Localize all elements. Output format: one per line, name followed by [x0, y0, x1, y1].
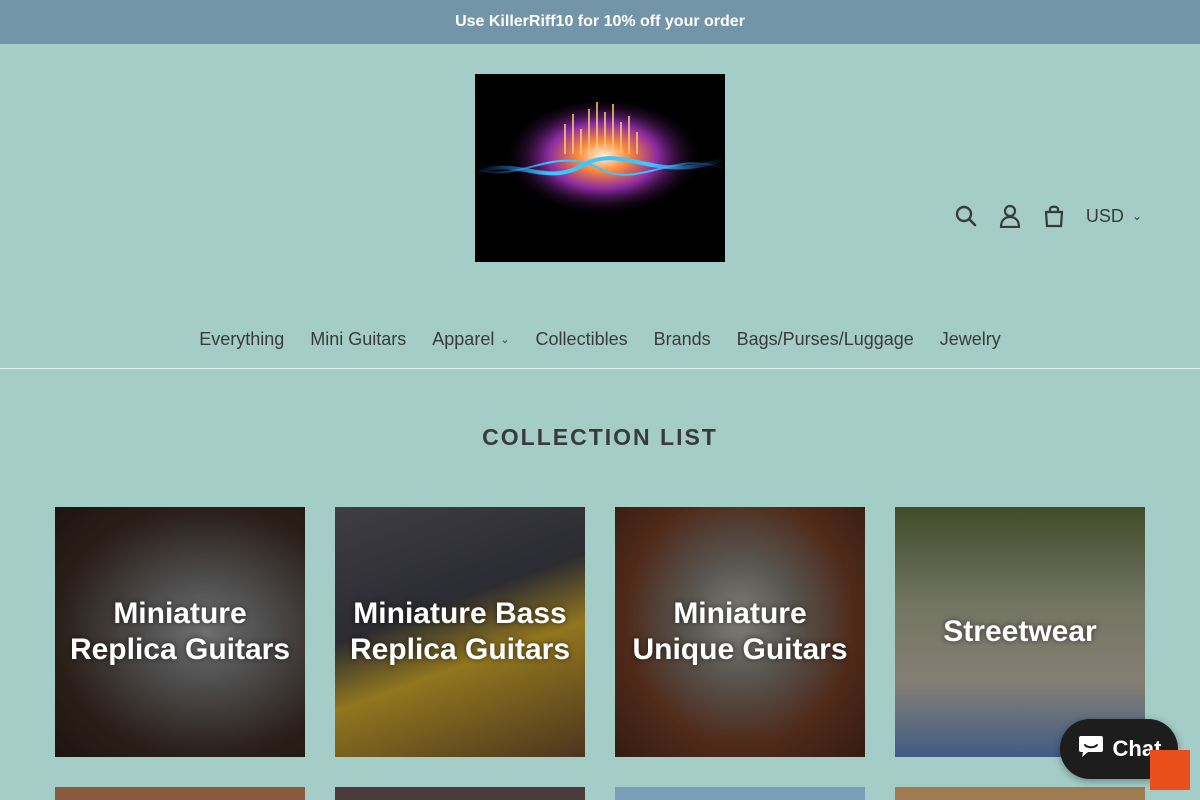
nav-item-jewelry[interactable]: Jewelry	[940, 329, 1001, 350]
collection-card[interactable]	[55, 787, 305, 800]
collection-card[interactable]	[895, 787, 1145, 800]
nav-item-mini-guitars[interactable]: Mini Guitars	[310, 329, 406, 350]
collection-card[interactable]: Miniature Unique Guitars	[615, 507, 865, 757]
cart-icon[interactable]	[1040, 202, 1068, 230]
chat-bubble-icon	[1077, 733, 1105, 765]
collection-title: Miniature Replica Guitars	[69, 597, 291, 666]
nav-label: Collectibles	[535, 329, 628, 349]
nav-label: Brands	[653, 329, 711, 349]
chevron-down-icon: ⌄	[1131, 209, 1142, 223]
nav-item-bags[interactable]: Bags/Purses/Luggage	[737, 329, 914, 350]
main-nav: Everything Mini Guitars Apparel ⌄ Collect…	[0, 329, 1200, 350]
nav-label: Bags/Purses/Luggage	[736, 329, 914, 349]
search-icon[interactable]	[952, 202, 980, 230]
logo-artwork	[475, 74, 725, 262]
collection-card[interactable]	[615, 787, 865, 800]
nav-item-brands[interactable]: Brands	[654, 329, 711, 350]
nav-label: Jewelry	[939, 329, 1001, 349]
collection-card[interactable]	[335, 787, 585, 800]
collection-card[interactable]: Miniature Replica Guitars	[55, 507, 305, 757]
site-header: USD ⌄ Everything Mini Guitars Apparel ⌄ C…	[0, 44, 1200, 369]
announcement-text: Use KillerRiff10 for 10% off your order	[455, 13, 745, 30]
collection-title: Miniature Bass Replica Guitars	[349, 597, 571, 666]
currency-value: USD	[1085, 205, 1124, 226]
collection-card[interactable]: Miniature Bass Replica Guitars	[335, 507, 585, 757]
nav-item-apparel[interactable]: Apparel ⌄	[432, 329, 509, 350]
announcement-bar[interactable]: Use KillerRiff10 for 10% off your order	[0, 0, 1200, 44]
site-logo[interactable]	[475, 74, 725, 262]
scroll-to-top-button[interactable]	[1150, 750, 1190, 790]
nav-label: Everything	[199, 329, 285, 349]
nav-item-everything[interactable]: Everything	[199, 329, 284, 350]
header-actions: USD ⌄	[936, 198, 1142, 234]
nav-item-collectibles[interactable]: Collectibles	[536, 329, 628, 350]
chevron-down-icon: ⌄	[500, 334, 510, 346]
account-icon[interactable]	[996, 202, 1024, 230]
collection-title: Miniature Unique Guitars	[632, 597, 848, 666]
currency-selector[interactable]: USD ⌄	[1086, 206, 1142, 227]
nav-label: Apparel	[432, 329, 495, 349]
nav-label: Mini Guitars	[310, 329, 407, 349]
section-title: COLLECTION LIST	[482, 424, 718, 450]
